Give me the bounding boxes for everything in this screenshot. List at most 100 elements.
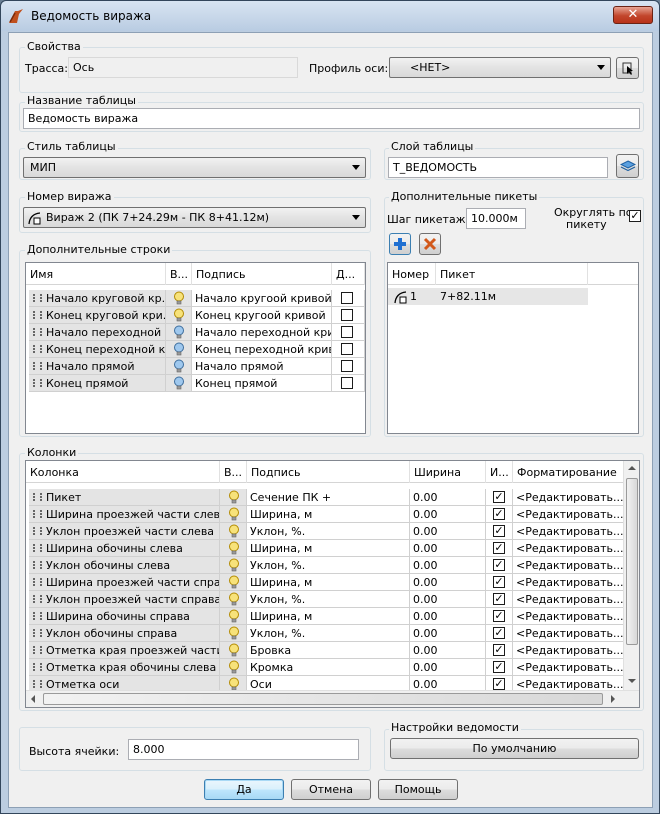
table-row[interactable]: Ширина проезжей части слева Ширина, м 0.00… — [26, 506, 624, 523]
column-header-format[interactable]: Форматирование — [513, 461, 624, 483]
column-format[interactable]: <Редактировать...> — [513, 591, 624, 608]
table-row[interactable]: Уклон проезжей части слева Уклон, %. 0.00 ✓… — [26, 523, 624, 540]
column-format[interactable]: <Редактировать...> — [513, 642, 624, 659]
row-visible[interactable] — [166, 324, 192, 341]
cell-height-input[interactable]: 8.000 — [128, 739, 359, 760]
column-use[interactable]: ✓ — [486, 506, 513, 523]
column-header-visible[interactable]: В... — [220, 461, 247, 483]
row-drag-handle[interactable] — [29, 375, 43, 392]
row-extra[interactable] — [332, 375, 365, 392]
column-header-column[interactable]: Колонка — [26, 461, 220, 483]
column-use[interactable]: ✓ — [486, 540, 513, 557]
delete-station-button[interactable] — [419, 233, 441, 255]
scroll-up-arrow-icon[interactable] — [628, 466, 636, 470]
table-row[interactable]: Уклон проезжей части справа Уклон, %. 0.00… — [26, 591, 624, 608]
column-caption[interactable]: Уклон, %. — [247, 557, 410, 574]
column-use-checkbox[interactable]: ✓ — [493, 542, 505, 554]
row-checkbox[interactable] — [341, 309, 353, 321]
row-drag-handle[interactable] — [29, 625, 43, 642]
lightbulb-icon[interactable] — [228, 575, 240, 590]
column-visible[interactable] — [220, 625, 247, 642]
table-row[interactable]: Начало прямой Начало прямой — [26, 358, 365, 375]
column-header-use[interactable]: И... — [486, 461, 513, 483]
row-drag-handle[interactable] — [29, 574, 43, 591]
row-extra[interactable] — [332, 341, 365, 358]
column-use-checkbox[interactable]: ✓ — [493, 661, 505, 673]
column-use-checkbox[interactable]: ✓ — [493, 559, 505, 571]
column-caption[interactable]: Уклон, %. — [247, 523, 410, 540]
vertical-scroll-thumb[interactable] — [626, 478, 638, 645]
column-width[interactable]: 0.00 — [410, 642, 486, 659]
column-use-checkbox[interactable]: ✓ — [493, 491, 505, 503]
default-settings-button[interactable]: По умолчанию — [390, 738, 639, 759]
row-drag-handle[interactable] — [29, 659, 43, 676]
table-name-input[interactable]: Ведомость виража — [23, 108, 640, 129]
column-width[interactable]: 0.00 — [410, 540, 486, 557]
lightbulb-icon[interactable] — [228, 660, 240, 675]
column-use[interactable]: ✓ — [486, 642, 513, 659]
column-use[interactable]: ✓ — [486, 659, 513, 676]
layer-select-button[interactable] — [616, 154, 639, 178]
column-visible[interactable] — [220, 574, 247, 591]
columns-horizontal-scrollbar[interactable] — [26, 690, 639, 707]
row-drag-handle[interactable] — [29, 358, 43, 375]
title-bar[interactable]: Ведомость виража ✕ — [1, 1, 659, 31]
table-row[interactable]: Начало круговой кр... Начало кругоой крив… — [26, 290, 365, 307]
column-visible[interactable] — [220, 540, 247, 557]
row-visible[interactable] — [166, 375, 192, 392]
column-caption[interactable]: Бровка — [247, 642, 410, 659]
column-use[interactable]: ✓ — [486, 557, 513, 574]
row-visible[interactable] — [166, 307, 192, 324]
close-button[interactable]: ✕ — [613, 6, 653, 24]
column-use[interactable]: ✓ — [486, 608, 513, 625]
cancel-button[interactable]: Отмена — [291, 779, 371, 800]
row-drag-handle[interactable] — [29, 523, 43, 540]
lightbulb-icon[interactable] — [173, 308, 185, 323]
table-row[interactable]: Отметка края обочины слева Кромка 0.00 ✓ <Ре… — [26, 659, 624, 676]
table-row[interactable]: Ширина обочины слева Ширина, м 0.00 ✓ <Редак… — [26, 540, 624, 557]
lightbulb-icon[interactable] — [173, 376, 185, 391]
row-checkbox[interactable] — [341, 343, 353, 355]
row-checkbox[interactable] — [341, 292, 353, 304]
horizontal-scroll-thumb[interactable] — [43, 693, 603, 705]
row-checkbox[interactable] — [341, 326, 353, 338]
columns-vertical-scrollbar[interactable] — [623, 461, 639, 690]
column-width[interactable]: 0.00 — [410, 659, 486, 676]
row-drag-handle[interactable] — [29, 324, 43, 341]
column-use-checkbox[interactable]: ✓ — [493, 508, 505, 520]
row-visible[interactable] — [166, 358, 192, 375]
lightbulb-icon[interactable] — [228, 541, 240, 556]
row-drag-handle[interactable] — [29, 290, 43, 307]
pick-profile-button[interactable] — [616, 57, 639, 79]
column-use[interactable]: ✓ — [486, 489, 513, 506]
row-caption[interactable]: Начало прямой — [192, 358, 332, 375]
column-header-visible[interactable]: В... — [166, 263, 192, 285]
lightbulb-icon[interactable] — [228, 592, 240, 607]
lightbulb-icon[interactable] — [228, 643, 240, 658]
table-row[interactable]: Отметка края проезжей части ... Бровка 0.0… — [26, 642, 624, 659]
table-row[interactable]: Ширина обочины справа Ширина, м 0.00 ✓ <Реда… — [26, 608, 624, 625]
row-checkbox[interactable] — [341, 377, 353, 389]
row-drag-handle[interactable] — [29, 506, 43, 523]
table-row[interactable]: Конец прямой Конец прямой — [26, 375, 365, 392]
column-caption[interactable]: Уклон, %. — [247, 591, 410, 608]
table-row[interactable]: Конец переходной к... Конец переходной кр… — [26, 341, 365, 358]
column-format[interactable]: <Редактировать...> — [513, 540, 624, 557]
lightbulb-icon[interactable] — [173, 325, 185, 340]
column-use[interactable]: ✓ — [486, 625, 513, 642]
column-visible[interactable] — [220, 591, 247, 608]
row-drag-handle[interactable] — [29, 642, 43, 659]
columns-grid[interactable]: Колонка В... Подпись Ширина И... Формати… — [25, 460, 640, 708]
row-extra[interactable] — [332, 324, 365, 341]
column-width[interactable]: 0.00 — [410, 557, 486, 574]
column-format[interactable]: <Редактировать...> — [513, 625, 624, 642]
add-station-button[interactable] — [389, 233, 411, 255]
column-caption[interactable]: Ширина, м — [247, 540, 410, 557]
column-header-extra[interactable]: Д... — [332, 263, 365, 285]
column-use-checkbox[interactable]: ✓ — [493, 525, 505, 537]
round-station-checkbox[interactable]: ✓ — [629, 210, 641, 222]
station-step-input[interactable]: 10.000м — [466, 208, 526, 229]
column-visible[interactable] — [220, 523, 247, 540]
lightbulb-icon[interactable] — [228, 507, 240, 522]
row-visible[interactable] — [166, 290, 192, 307]
